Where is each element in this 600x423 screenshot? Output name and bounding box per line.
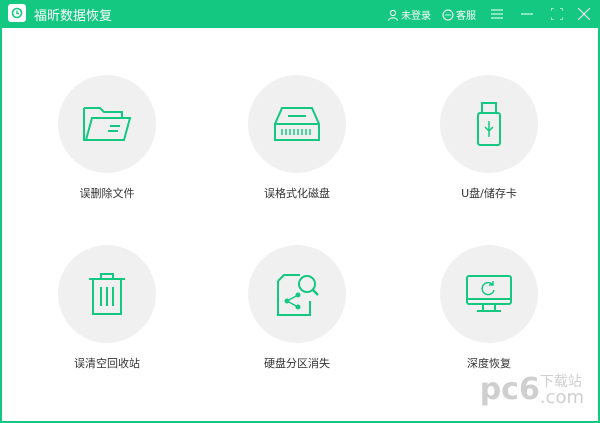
usb-icon: [477, 102, 501, 146]
card-label: 误清空回收站: [74, 357, 140, 370]
maximize-icon[interactable]: [551, 8, 563, 20]
title-bar: 福昕数据恢复 未登录 客服: [2, 0, 600, 28]
watermark: pc6 下载站 .com: [479, 372, 584, 408]
disk-icon: [274, 107, 320, 141]
monitor-icon: [466, 275, 512, 312]
app-window: 福昕数据恢复 未登录 客服 误删除文件 误格式化磁盘 U盘/储存卡 误清空回收站…: [0, 0, 600, 423]
partition-icon: [277, 274, 319, 316]
card-label: 深度恢复: [467, 357, 511, 370]
card-usb-card[interactable]: U盘/储存卡: [419, 75, 559, 201]
card-label: 误格式化磁盘: [264, 187, 330, 200]
app-title: 福昕数据恢复: [34, 9, 113, 24]
login-button[interactable]: 未登录: [387, 7, 431, 22]
folder-icon: [83, 107, 132, 141]
chat-icon: [442, 9, 454, 20]
service-button[interactable]: 客服: [442, 7, 476, 22]
card-formatted-disk[interactable]: 误格式化磁盘: [227, 75, 367, 201]
card-deep-recovery[interactable]: 深度恢复: [419, 245, 559, 371]
user-icon: [388, 9, 398, 21]
card-label: 误删除文件: [79, 187, 135, 200]
menu-icon[interactable]: [491, 9, 503, 19]
service-label: 客服: [456, 11, 476, 22]
app-logo-icon: [8, 4, 26, 22]
card-label: U盘/储存卡: [461, 187, 517, 200]
login-label: 未登录: [401, 11, 431, 22]
minimize-icon[interactable]: [521, 9, 533, 19]
card-label: 硬盘分区消失: [264, 357, 330, 370]
card-deleted-files[interactable]: 误删除文件: [37, 75, 177, 201]
card-recycle-bin[interactable]: 误清空回收站: [37, 245, 177, 371]
card-partition-lost[interactable]: 硬盘分区消失: [227, 245, 367, 371]
trash-icon: [89, 273, 125, 315]
close-icon[interactable]: [578, 8, 590, 20]
